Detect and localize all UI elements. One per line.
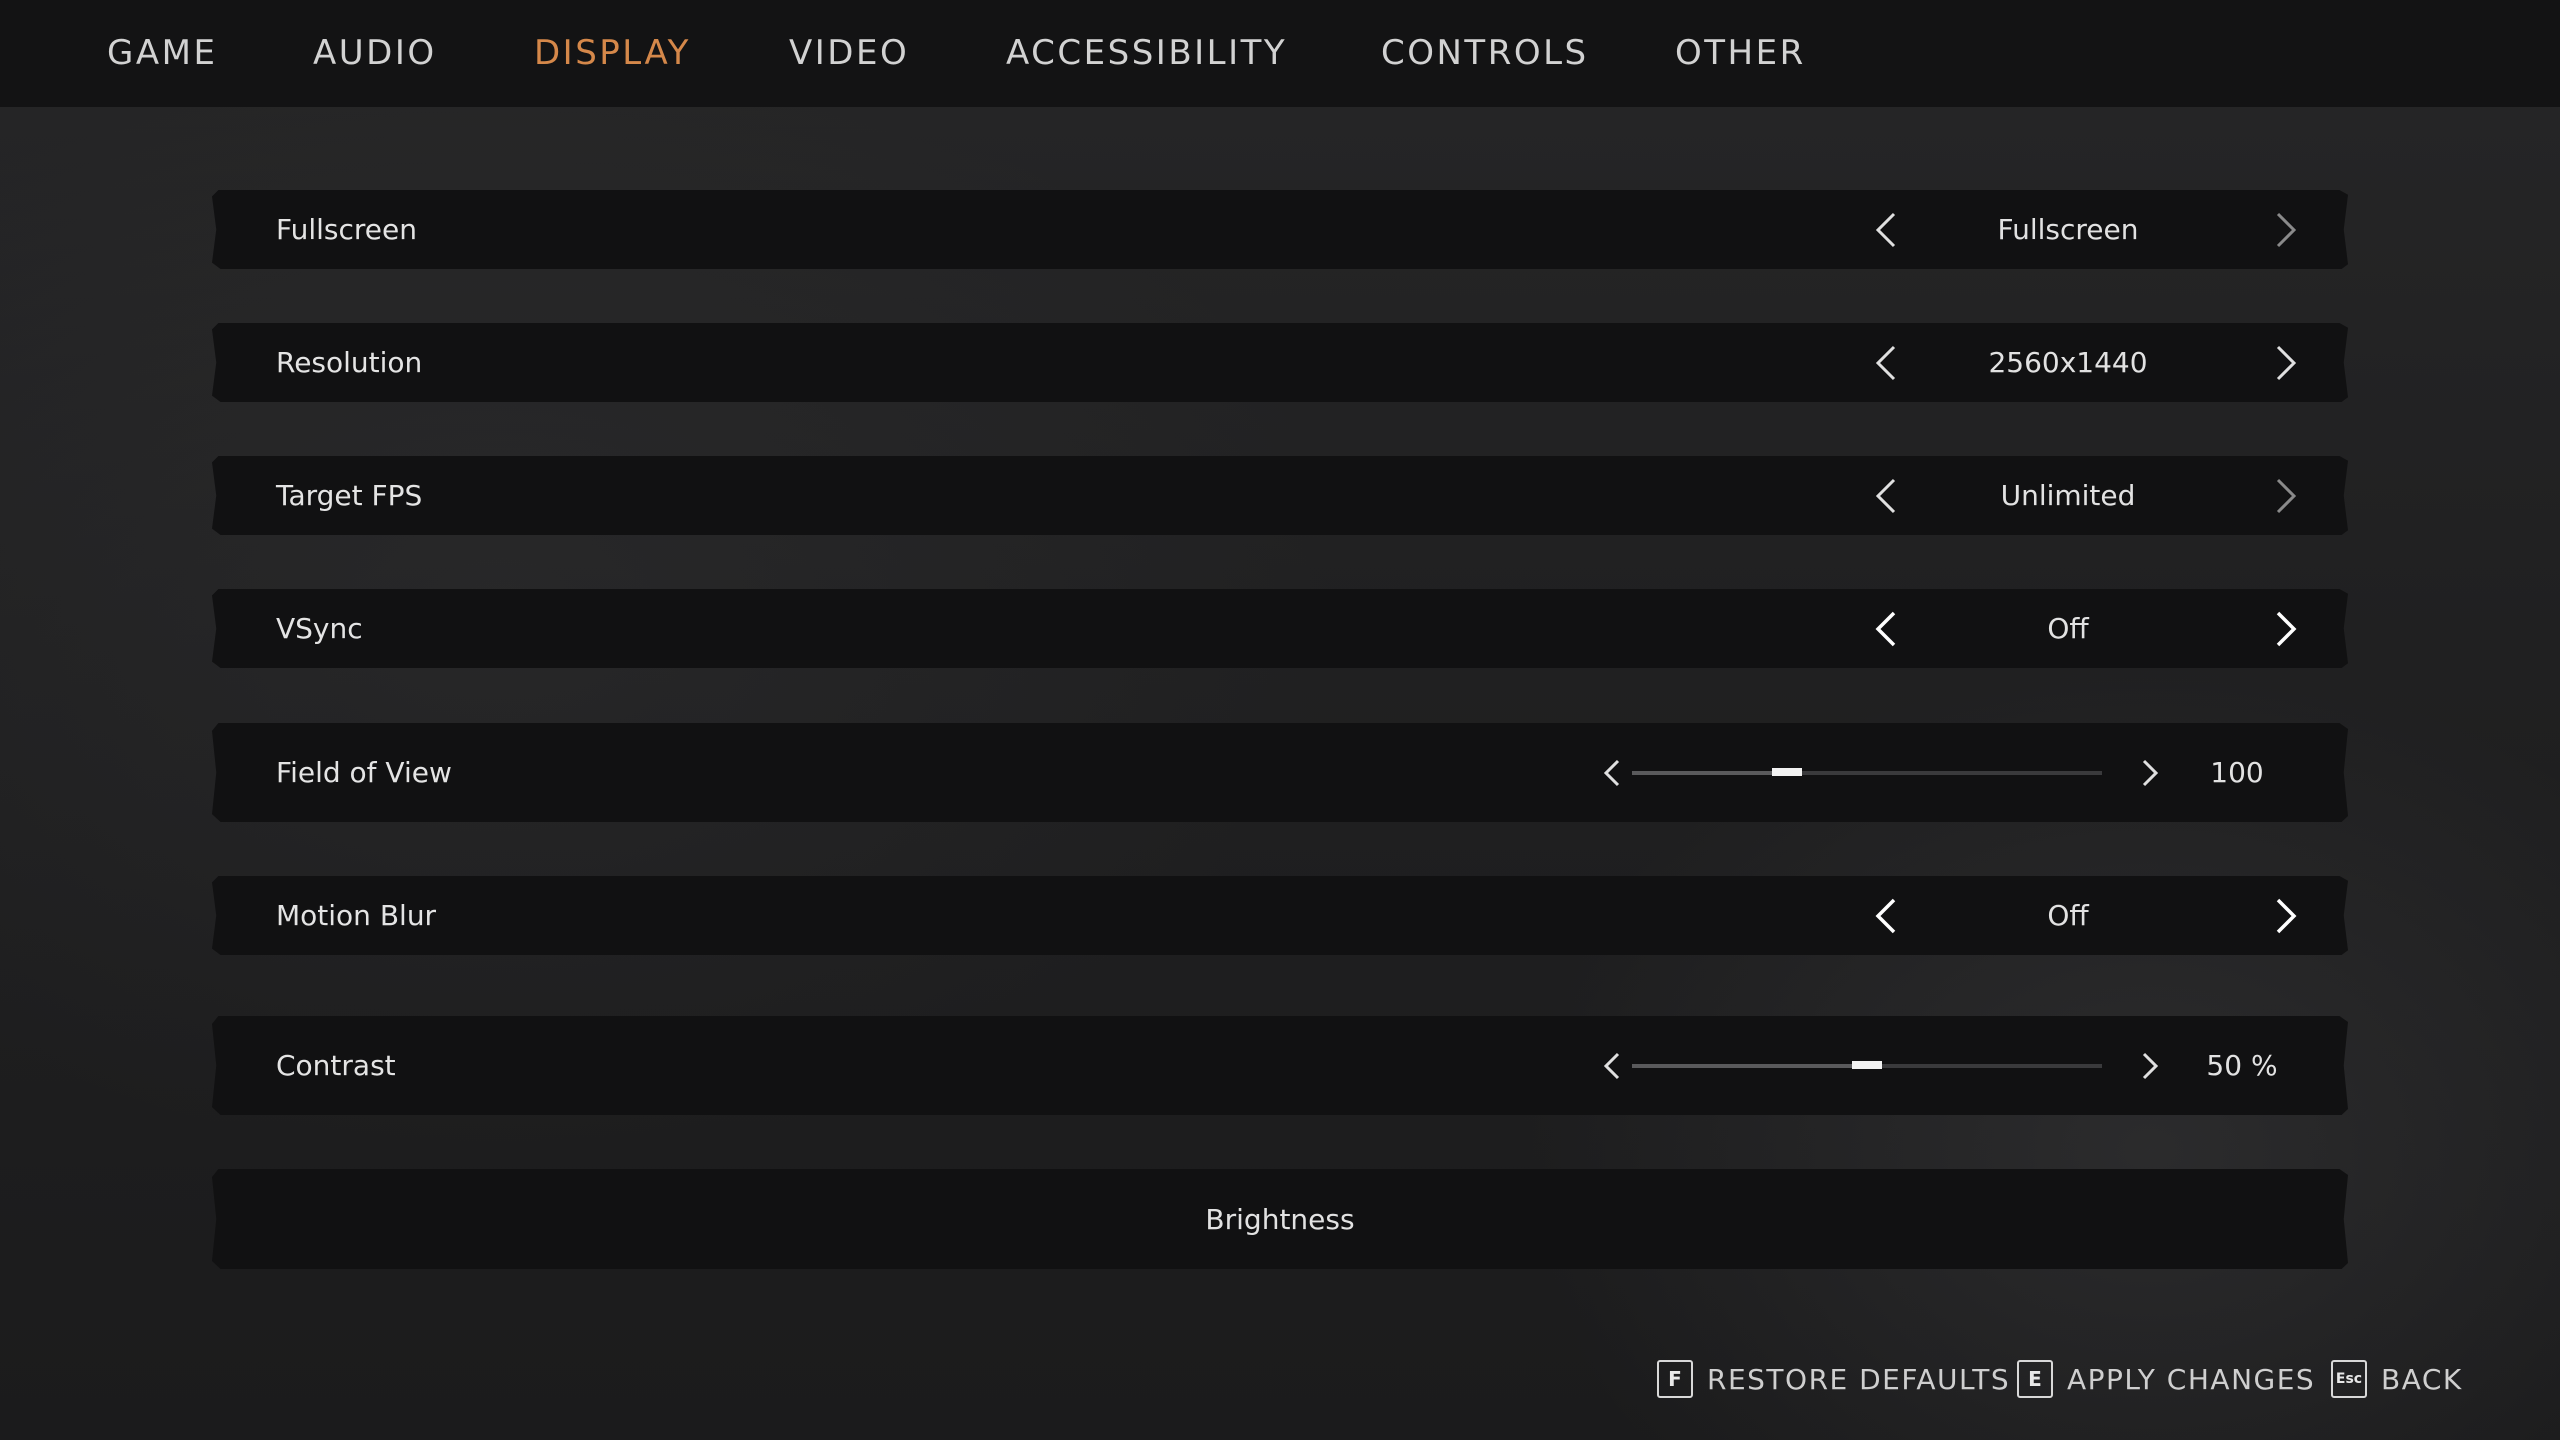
chevron-left-icon[interactable] [1866, 210, 1906, 250]
chevron-left-icon[interactable] [1866, 343, 1906, 383]
back-label: BACK [2381, 1362, 2463, 1396]
chevron-right-icon[interactable] [2130, 1046, 2170, 1086]
chevron-left-icon[interactable] [1866, 896, 1906, 936]
keycap-f: F [1657, 1360, 1693, 1398]
settings-tab-bar: GAME AUDIO DISPLAY VIDEO ACCESSIBILITY C… [0, 0, 2560, 107]
setting-label: Resolution [276, 346, 423, 379]
tab-audio[interactable]: AUDIO [313, 0, 437, 107]
slider-handle[interactable] [1772, 768, 1802, 776]
chevron-right-icon[interactable] [2266, 476, 2306, 516]
chevron-left-icon[interactable] [1866, 609, 1906, 649]
restore-defaults-label: RESTORE DEFAULTS [1707, 1362, 2011, 1396]
setting-value: Unlimited [2000, 479, 2136, 512]
slider-fill [1632, 1064, 1867, 1068]
setting-row-fullscreen[interactable]: Fullscreen Fullscreen [212, 190, 2348, 269]
setting-value: 50 % [2206, 1049, 2278, 1082]
setting-value: 2560x1440 [1988, 346, 2148, 379]
setting-value: Off [2047, 612, 2089, 645]
slider-fill [1632, 771, 1787, 775]
tab-controls[interactable]: CONTROLS [1381, 0, 1589, 107]
chevron-right-icon[interactable] [2266, 343, 2306, 383]
fov-slider[interactable] [1632, 768, 2102, 776]
chevron-left-icon[interactable] [1592, 1046, 1632, 1086]
keycap-esc: Esc [2331, 1360, 2367, 1398]
chevron-right-icon[interactable] [2266, 896, 2306, 936]
apply-changes-label: APPLY CHANGES [2067, 1362, 2316, 1396]
setting-row-contrast[interactable]: Contrast 50 % [212, 1016, 2348, 1115]
chevron-left-icon[interactable] [1866, 476, 1906, 516]
slider-handle[interactable] [1852, 1061, 1882, 1069]
tab-accessibility[interactable]: ACCESSIBILITY [1006, 0, 1287, 107]
chevron-left-icon[interactable] [1592, 753, 1632, 793]
tab-other[interactable]: OTHER [1675, 0, 1806, 107]
setting-row-motion-blur[interactable]: Motion Blur Off [212, 876, 2348, 955]
chevron-right-icon[interactable] [2266, 210, 2306, 250]
setting-row-vsync[interactable]: VSync Off [212, 589, 2348, 668]
setting-label: Field of View [276, 756, 452, 789]
setting-label: Contrast [276, 1049, 396, 1082]
tab-display[interactable]: DISPLAY [534, 0, 691, 107]
chevron-right-icon[interactable] [2266, 609, 2306, 649]
setting-row-resolution[interactable]: Resolution 2560x1440 [212, 323, 2348, 402]
setting-value: Fullscreen [1997, 213, 2139, 246]
keycap-e: E [2017, 1360, 2053, 1398]
setting-value: Off [2047, 899, 2089, 932]
setting-value: 100 [2210, 756, 2264, 789]
brightness-label: Brightness [1205, 1202, 1355, 1236]
tab-game[interactable]: GAME [107, 0, 217, 107]
setting-label: Target FPS [276, 479, 423, 512]
contrast-slider[interactable] [1632, 1061, 2102, 1069]
apply-changes-button[interactable]: E APPLY CHANGES [2017, 1358, 2315, 1400]
setting-label: Motion Blur [276, 899, 437, 932]
tab-video[interactable]: VIDEO [789, 0, 909, 107]
back-button[interactable]: Esc BACK [2331, 1358, 2463, 1400]
setting-label: Fullscreen [276, 213, 417, 246]
chevron-right-icon[interactable] [2130, 753, 2170, 793]
setting-row-target-fps[interactable]: Target FPS Unlimited [212, 456, 2348, 535]
restore-defaults-button[interactable]: F RESTORE DEFAULTS [1657, 1358, 2010, 1400]
setting-label: VSync [276, 612, 363, 645]
setting-row-field-of-view[interactable]: Field of View 100 [212, 723, 2348, 822]
brightness-button[interactable]: Brightness [212, 1169, 2348, 1269]
